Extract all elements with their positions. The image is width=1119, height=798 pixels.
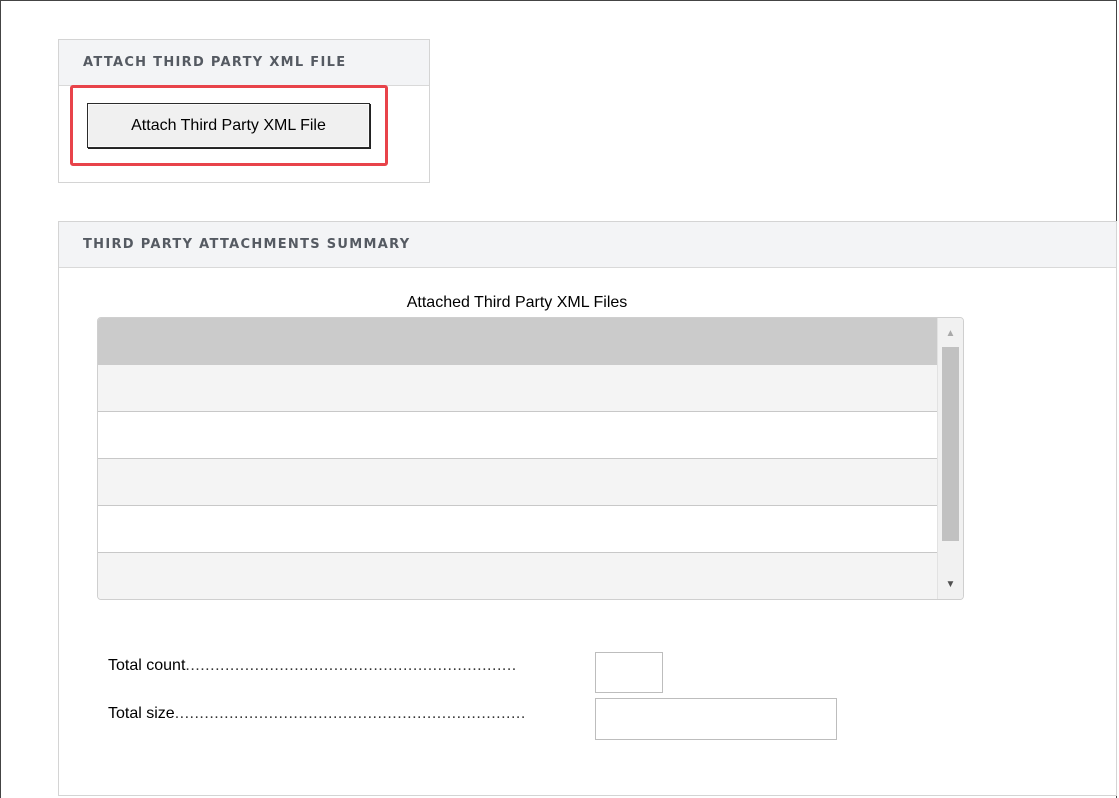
attached-files-list-title: Attached Third Party XML Files (406, 294, 628, 311)
total-size-label: Total size..............................… (108, 705, 588, 723)
total-size-leader: ........................................… (174, 705, 526, 722)
attached-files-listbox[interactable]: ▲ ▼ (97, 317, 964, 600)
list-item[interactable] (98, 459, 937, 506)
total-count-leader: ........................................… (185, 657, 517, 674)
scrollbar-thumb[interactable] (942, 347, 959, 541)
attach-xml-file-button[interactable]: Attach Third Party XML File (87, 103, 370, 148)
total-count-label: Total count.............................… (108, 657, 588, 675)
list-item[interactable] (98, 365, 937, 412)
attach-panel-title: ATTACH THIRD PARTY XML FILE (83, 55, 347, 70)
listbox-scrollbar[interactable]: ▲ ▼ (937, 318, 963, 599)
attach-panel-header: ATTACH THIRD PARTY XML FILE (59, 40, 429, 86)
summary-panel-title: THIRD PARTY ATTACHMENTS SUMMARY (83, 237, 411, 252)
total-size-text: Total size (108, 705, 175, 722)
total-count-field[interactable] (595, 652, 663, 693)
scroll-up-arrow-icon[interactable]: ▲ (938, 322, 963, 344)
list-item[interactable] (98, 318, 937, 365)
total-size-field[interactable] (595, 698, 837, 740)
list-item[interactable] (98, 553, 937, 599)
scroll-down-arrow-icon[interactable]: ▼ (938, 573, 963, 595)
summary-panel-header: THIRD PARTY ATTACHMENTS SUMMARY (59, 222, 1116, 268)
attached-files-rows (98, 318, 937, 599)
list-item[interactable] (98, 506, 937, 553)
list-item[interactable] (98, 412, 937, 459)
total-count-text: Total count (108, 657, 186, 674)
